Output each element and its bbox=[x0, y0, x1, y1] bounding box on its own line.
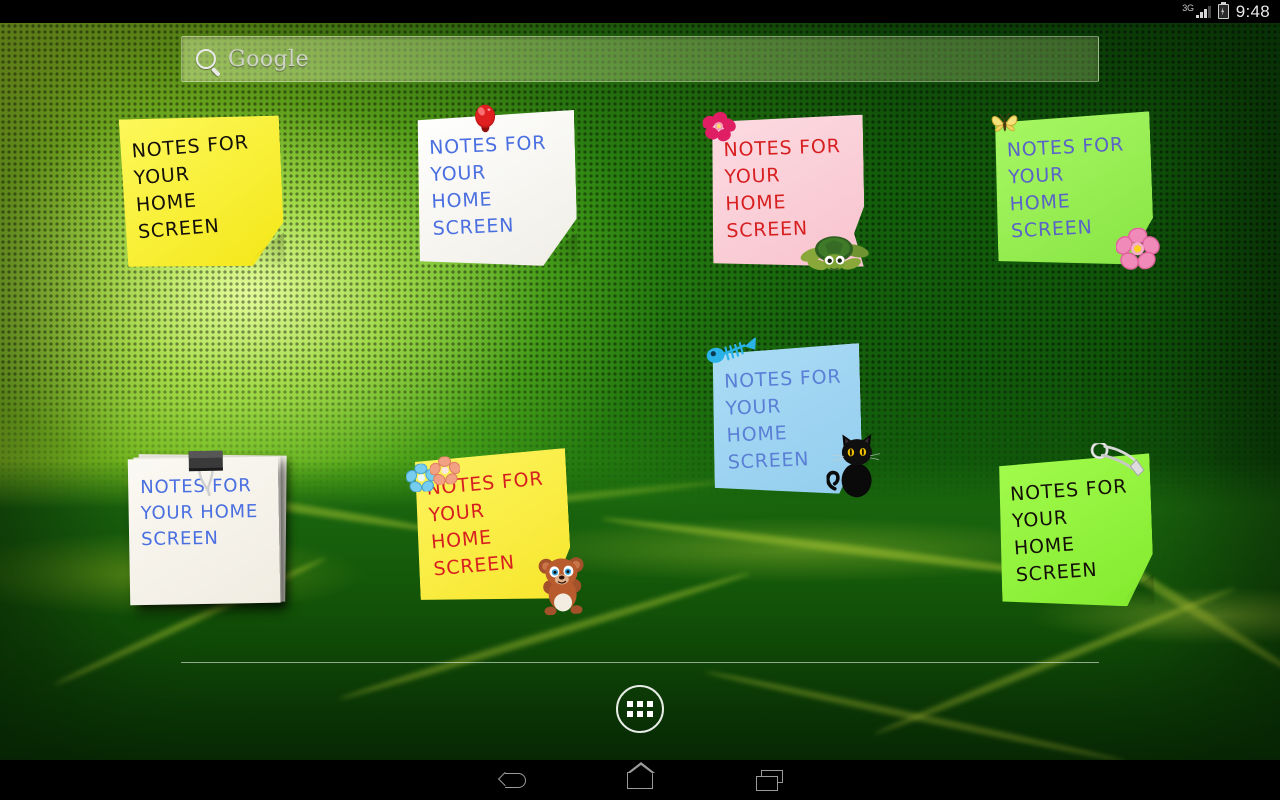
note-widget-pink-turtle[interactable]: Notes for your home screen bbox=[702, 112, 869, 271]
search-icon bbox=[196, 49, 216, 69]
navigation-bar bbox=[0, 760, 1280, 800]
nav-home-button[interactable] bbox=[580, 760, 700, 800]
note-widget-yellow-plain[interactable]: Notes for your home screen bbox=[119, 113, 285, 272]
home-icon bbox=[626, 761, 655, 789]
note-text: Notes for your home screen bbox=[723, 135, 842, 243]
status-clock: 9:48 bbox=[1235, 1, 1270, 21]
signal-bars-icon bbox=[1195, 5, 1211, 18]
note-text: Notes for your home screen bbox=[425, 467, 545, 581]
recent-apps-icon bbox=[756, 770, 783, 791]
note-widget-white-pin[interactable]: Notes for your home screen bbox=[416, 104, 578, 269]
nav-back-button[interactable] bbox=[452, 760, 572, 800]
home-screen: 3G 9:48 Google Notes for your home scree… bbox=[0, 0, 1280, 800]
note-widget-green-butterfly[interactable]: Notes for your home screen bbox=[991, 111, 1160, 270]
note-widget-green-pin[interactable]: Notes for your home screen bbox=[997, 441, 1154, 610]
network-type-label: 3G bbox=[1182, 2, 1194, 13]
note-text: Notes for your home screen bbox=[1006, 133, 1125, 243]
nav-recents-button[interactable] bbox=[709, 760, 829, 800]
back-arrow-icon bbox=[499, 772, 526, 788]
note-text: Notes for your home screen bbox=[130, 131, 250, 244]
status-bar: 3G 9:48 bbox=[0, 0, 1280, 23]
note-text: Notes for your home screen bbox=[1009, 475, 1128, 587]
note-text: Notes for your home screen bbox=[723, 365, 842, 474]
note-widget-yellow-bear[interactable]: Notes for your home screen bbox=[405, 448, 584, 616]
note-text: Notes for your home screen bbox=[140, 475, 259, 551]
app-drawer-button[interactable] bbox=[616, 685, 664, 733]
search-brand-label: Google bbox=[228, 46, 310, 72]
battery-charging-icon bbox=[1217, 1, 1229, 19]
note-widget-white-clip[interactable]: Notes for your home screen bbox=[127, 450, 287, 606]
hotseat-divider bbox=[181, 662, 1099, 663]
google-search-widget[interactable]: Google bbox=[181, 36, 1099, 82]
note-text: Notes for your home screen bbox=[428, 131, 547, 240]
note-widget-blue-cat[interactable]: Notes for your home screen bbox=[706, 336, 880, 498]
apps-grid-icon bbox=[627, 701, 653, 717]
